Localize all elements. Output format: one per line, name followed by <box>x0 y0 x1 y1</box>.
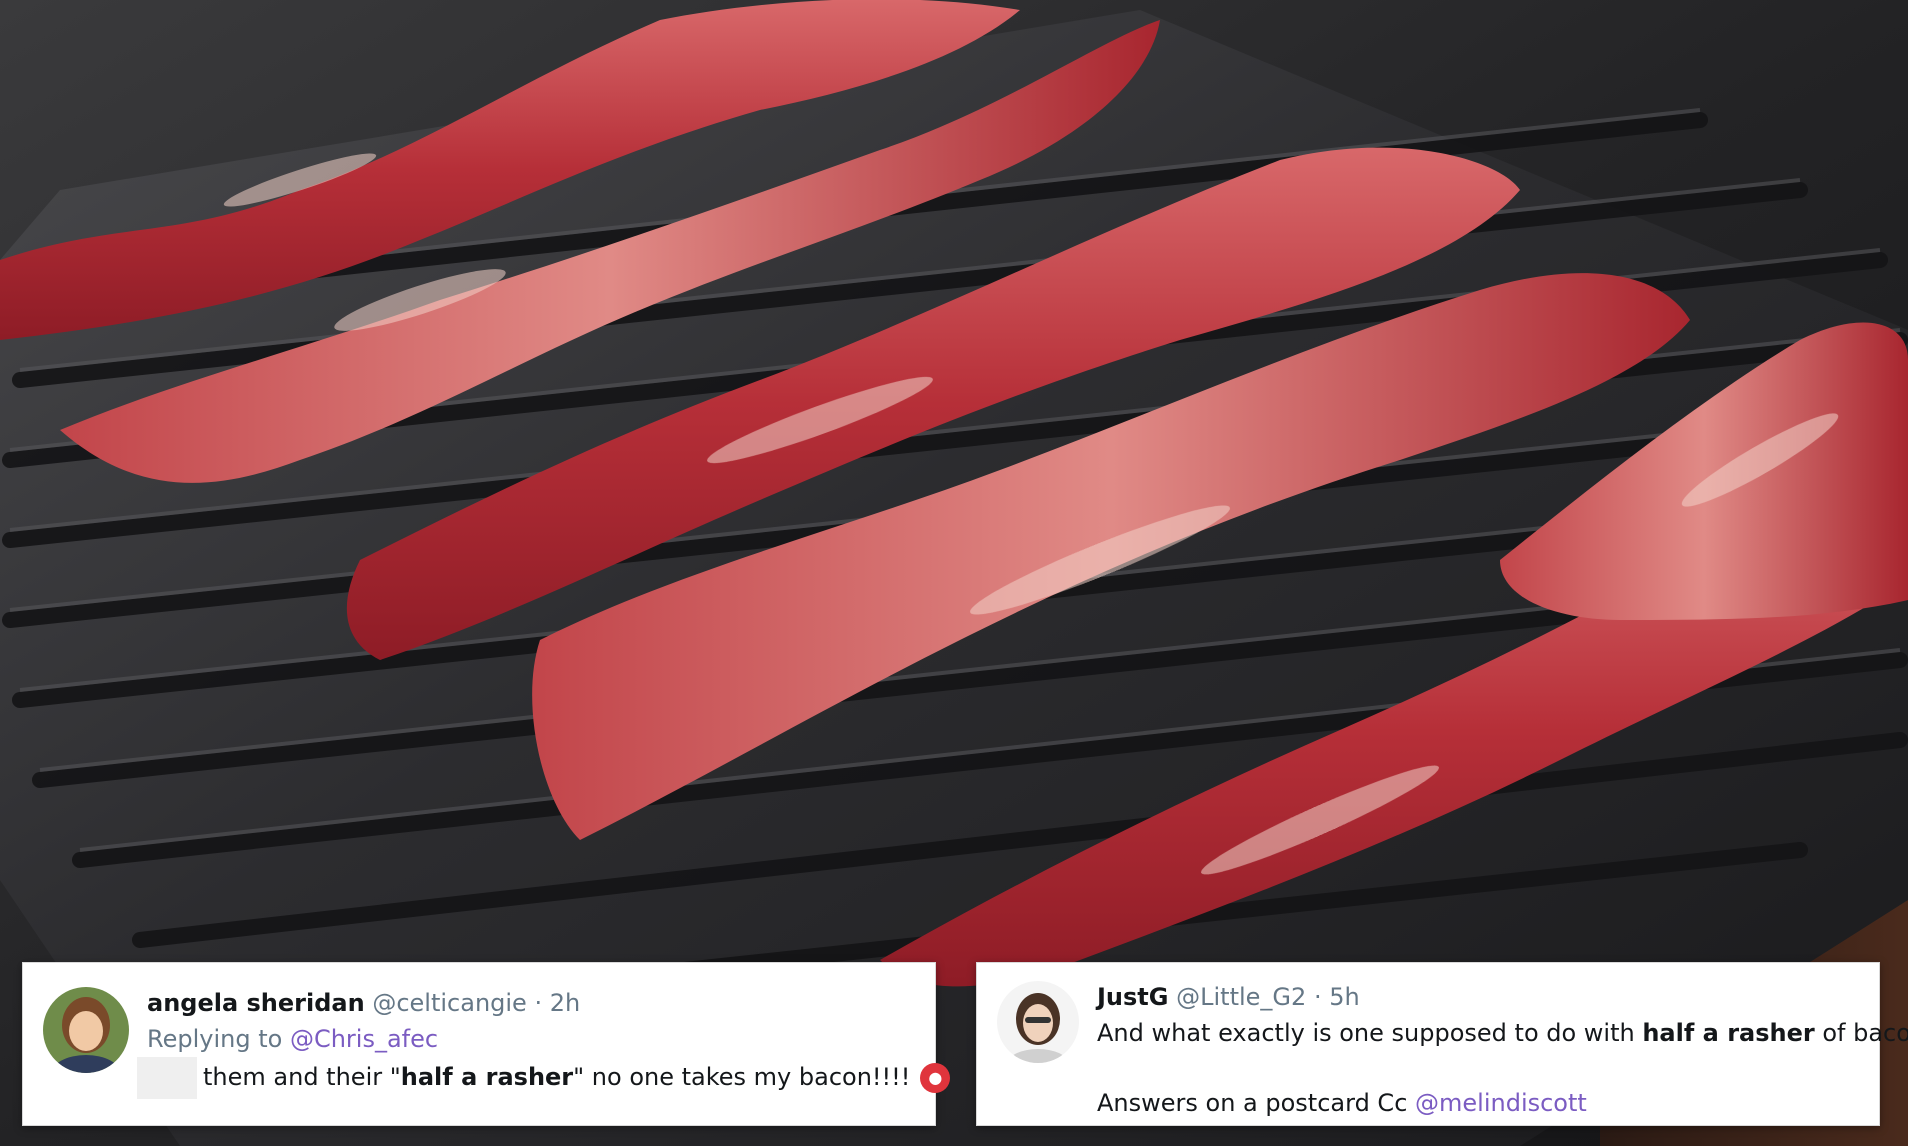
line-break <box>1097 1051 1859 1085</box>
tweet-header: JustG @Little_G2 · 5h <box>1097 979 1859 1015</box>
tweet-text-bold: half a rasher <box>1642 1019 1815 1047</box>
tweet-text: And what exactly is one supposed to do w… <box>1097 1015 1908 1051</box>
tweet-text-after: of bacon ? <box>1822 1019 1908 1047</box>
display-name[interactable]: JustG <box>1097 983 1168 1011</box>
tweet-text-bold: half a rasher <box>400 1063 574 1091</box>
tweet-text-after: " no one takes my bacon!!!! <box>573 1063 911 1091</box>
tweet-body: angela sheridan @celticangie · 2h Replyi… <box>137 985 951 1099</box>
tweet-header: angela sheridan @celticangie · 2h <box>147 985 915 1021</box>
display-name[interactable]: angela sheridan <box>147 989 365 1017</box>
tweet-body: JustG @Little_G2 · 5h And what exactly i… <box>1097 979 1908 1121</box>
replying-line: Replying to @Chris_afec <box>147 1021 915 1057</box>
tweet-text-before: And what exactly is one supposed to do w… <box>1097 1019 1643 1047</box>
profile-photo-icon <box>997 981 1079 1063</box>
user-handle[interactable]: @celticangie <box>372 989 527 1017</box>
user-handle[interactable]: @Little_G2 <box>1176 983 1306 1011</box>
tweet-text-line-2: Answers on a postcard Cc @melindiscott <box>1097 1085 1859 1121</box>
timestamp[interactable]: · 5h <box>1314 983 1360 1011</box>
tweet-text-before: them and their " <box>203 1063 401 1091</box>
mention-link[interactable]: @melindiscott <box>1415 1089 1587 1117</box>
replying-to-mention[interactable]: @Chris_afec <box>290 1025 438 1053</box>
tweet-line2-text: Answers on a postcard Cc <box>1097 1089 1416 1117</box>
avatar[interactable] <box>43 987 129 1073</box>
tweet-card-justg[interactable]: JustG @Little_G2 · 5h And what exactly i… <box>976 962 1908 1126</box>
profile-photo-icon <box>43 987 129 1073</box>
redacted-word <box>137 1057 197 1099</box>
replying-label: Replying to <box>147 1025 283 1053</box>
timestamp[interactable]: · 2h <box>534 989 580 1017</box>
tweet-card-angela[interactable]: angela sheridan @celticangie · 2h Replyi… <box>22 962 951 1126</box>
avatar[interactable] <box>997 981 1079 1063</box>
tweet-text: them and their "half a rasher" no one ta… <box>137 1057 951 1099</box>
